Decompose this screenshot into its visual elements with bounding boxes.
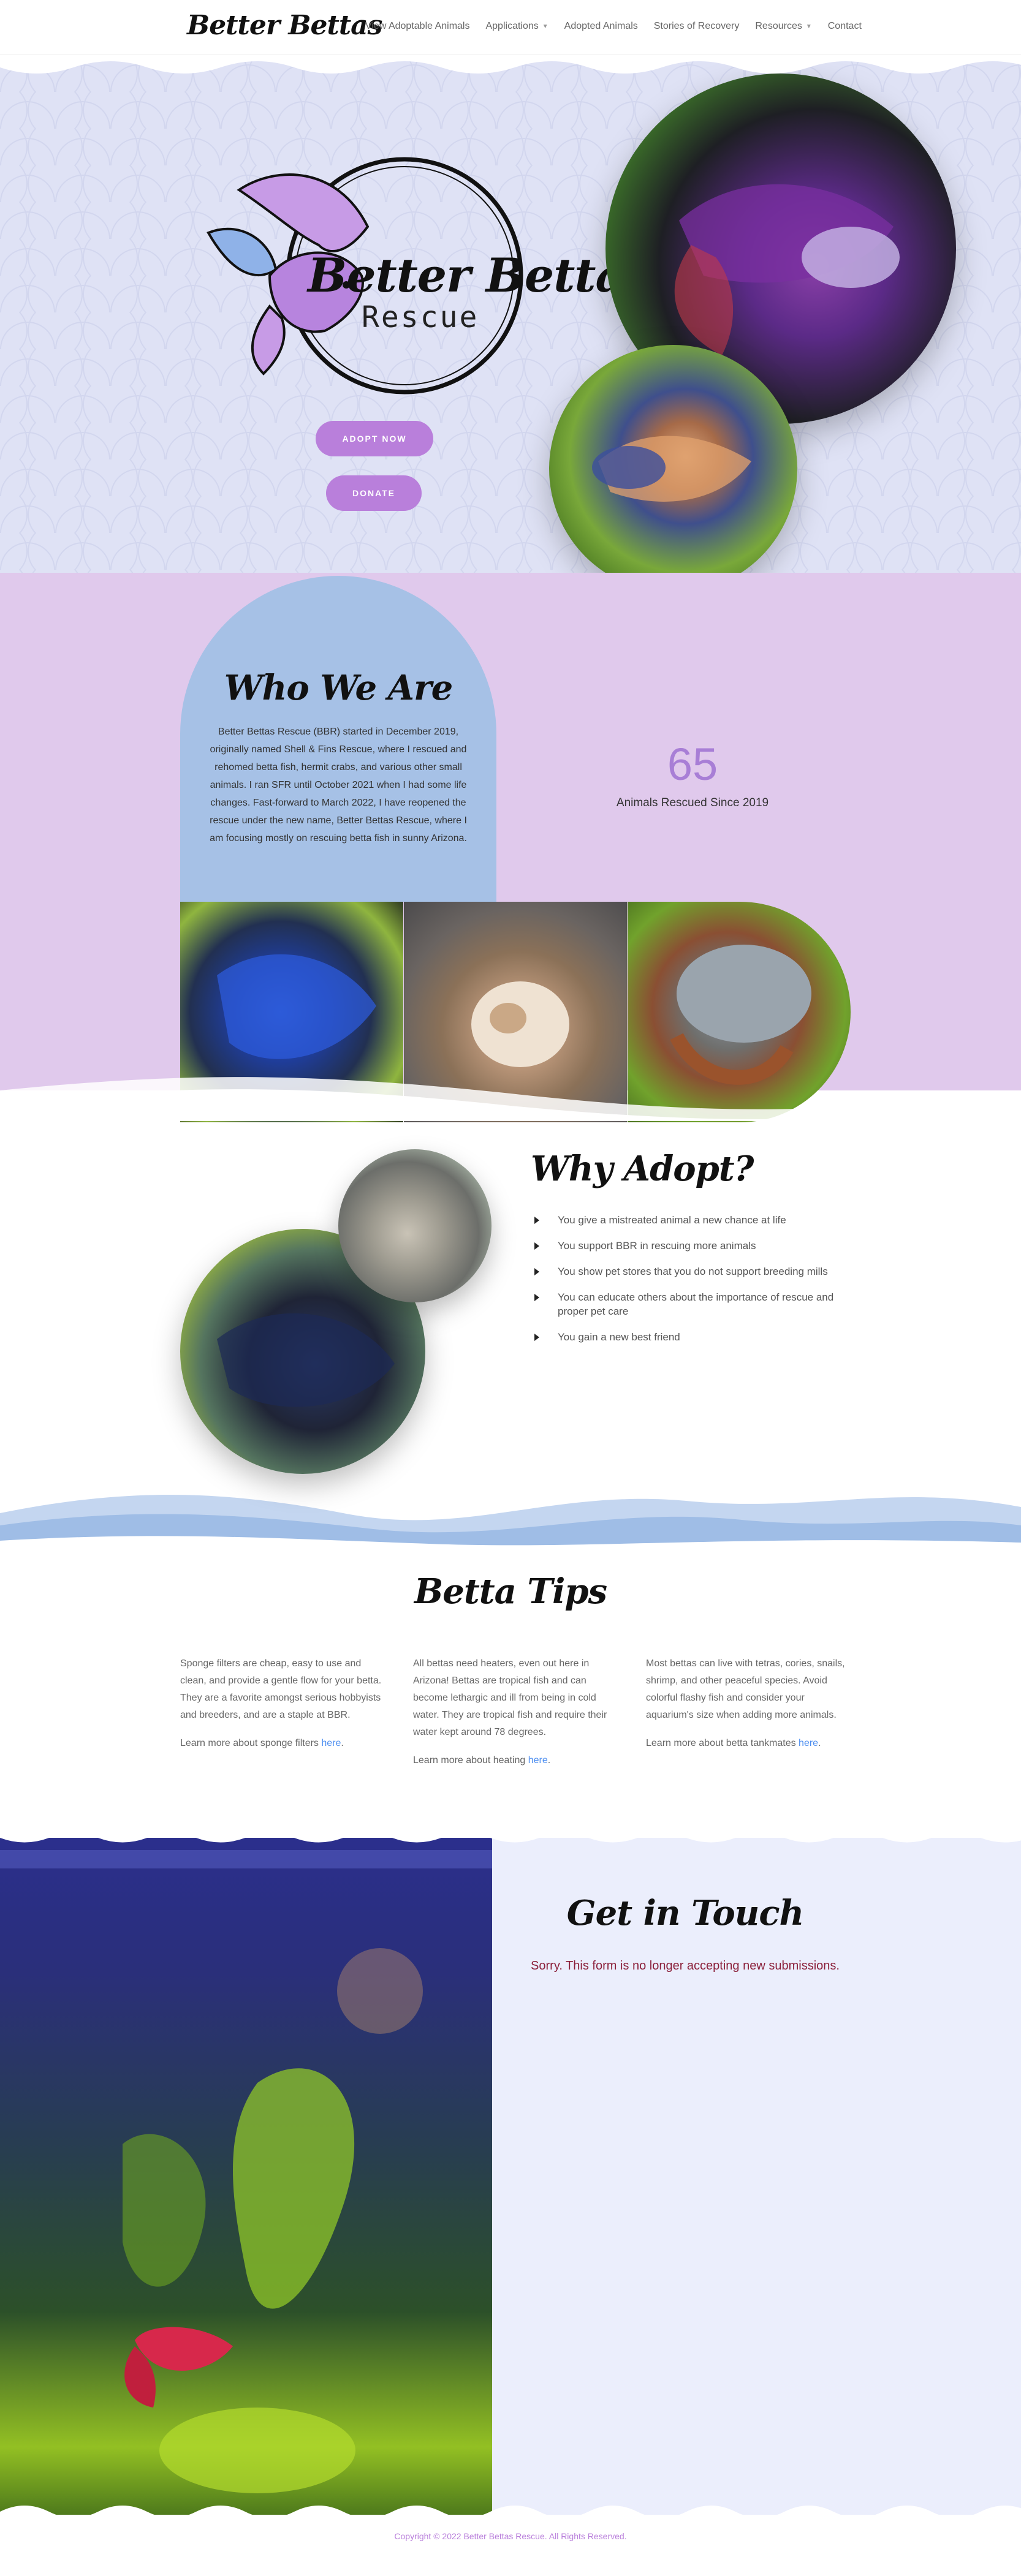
betta-photo-small	[549, 345, 797, 593]
donate-button[interactable]: DONATE	[326, 475, 422, 511]
tip-text: All bettas need heaters, even out here i…	[413, 1658, 607, 1737]
contact-panel	[492, 1838, 1021, 2515]
betta-tips-title: Betta Tips	[414, 1571, 607, 1612]
nav-label[interactable]: Adopted Animals	[564, 21, 638, 32]
rescued-count-label: Animals Rescued Since 2019	[616, 796, 769, 809]
nav-item-contact[interactable]: Contact	[828, 21, 862, 32]
nav-item-resources[interactable]: Resources ▼	[755, 21, 811, 32]
nav-label[interactable]: Resources	[755, 21, 802, 32]
frog-photo	[338, 1149, 492, 1302]
list-item: You show pet stores that you do not supp…	[531, 1264, 849, 1279]
tip-link-suffix: .	[547, 1755, 551, 1766]
site-logo[interactable]: Better Bettas	[187, 10, 382, 41]
list-item: You support BBR in rescuing more animals	[531, 1239, 849, 1253]
heating-link[interactable]: here	[528, 1755, 548, 1766]
site-header: Better Bettas View Adoptable Animals App…	[0, 0, 1021, 55]
sponge-filters-link[interactable]: here	[321, 1738, 341, 1748]
why-adopt-title: Why Adopt?	[531, 1149, 754, 1189]
list-item: You can educate others about the importa…	[531, 1290, 849, 1318]
nav-item-stories[interactable]: Stories of Recovery	[654, 21, 740, 32]
purple-bottom-wave	[0, 1077, 1021, 1121]
nav-label[interactable]: Applications	[485, 21, 538, 32]
form-closed-message: Sorry. This form is no longer accepting …	[531, 1959, 840, 1973]
nav-label[interactable]: Stories of Recovery	[654, 21, 740, 32]
rescued-count: 65	[667, 739, 718, 790]
tip-card-tankmates: Most bettas can live with tetras, cories…	[646, 1655, 848, 1763]
nav-item-applications[interactable]: Applications ▼	[485, 21, 548, 32]
tip-link-suffix: .	[818, 1738, 821, 1748]
tip-link-prefix: Learn more about heating	[413, 1755, 528, 1766]
chevron-down-icon: ▼	[542, 23, 548, 30]
why-adopt-list: You give a mistreated animal a new chanc…	[531, 1213, 849, 1356]
copyright-text: Copyright © 2022 Better Bettas Rescue. A…	[394, 2531, 627, 2541]
blue-wave-divider	[0, 1495, 1021, 1556]
list-item: You give a mistreated animal a new chanc…	[531, 1213, 849, 1227]
tip-link-line: Learn more about betta tankmates here.	[646, 1735, 848, 1752]
tankmates-link[interactable]: here	[799, 1738, 818, 1748]
nav-item-adoptable[interactable]: View Adoptable Animals	[365, 21, 469, 32]
list-item: You gain a new best friend	[531, 1330, 849, 1344]
tip-link-prefix: Learn more about betta tankmates	[646, 1738, 799, 1748]
tip-link-prefix: Learn more about sponge filters	[180, 1738, 322, 1748]
tip-card-sponge-filters: Sponge filters are cheap, easy to use an…	[180, 1655, 382, 1763]
main-nav: View Adoptable Animals Applications ▼ Ado…	[365, 21, 862, 32]
contact-top-wave	[0, 1829, 1021, 1843]
tip-card-heating: All bettas need heaters, even out here i…	[413, 1655, 615, 1780]
chevron-down-icon: ▼	[805, 23, 812, 30]
tip-text: Most bettas can live with tetras, cories…	[646, 1658, 845, 1720]
who-we-are-text: Better Bettas Rescue (BBR) started in De…	[210, 727, 467, 844]
who-we-are-title: Who We Are	[224, 668, 453, 708]
emblem-subtitle: Rescue	[362, 300, 479, 334]
nav-item-adopted[interactable]: Adopted Animals	[564, 21, 638, 32]
get-in-touch-title: Get in Touch	[566, 1893, 804, 1933]
aquarium-photo	[0, 1838, 492, 2515]
tip-link-suffix: .	[341, 1738, 344, 1748]
tip-text: Sponge filters are cheap, easy to use an…	[180, 1658, 382, 1720]
nav-label[interactable]: View Adoptable Animals	[365, 21, 469, 32]
tip-link-line: Learn more about sponge filters here.	[180, 1735, 382, 1752]
nav-label[interactable]: Contact	[828, 21, 862, 32]
hero-top-wave	[0, 55, 1021, 74]
adopt-now-button[interactable]: ADOPT NOW	[316, 421, 433, 456]
contact-bottom-wave	[0, 2506, 1021, 2524]
emblem-title: Better Bettas	[308, 248, 651, 303]
tip-link-line: Learn more about heating here.	[413, 1752, 615, 1769]
